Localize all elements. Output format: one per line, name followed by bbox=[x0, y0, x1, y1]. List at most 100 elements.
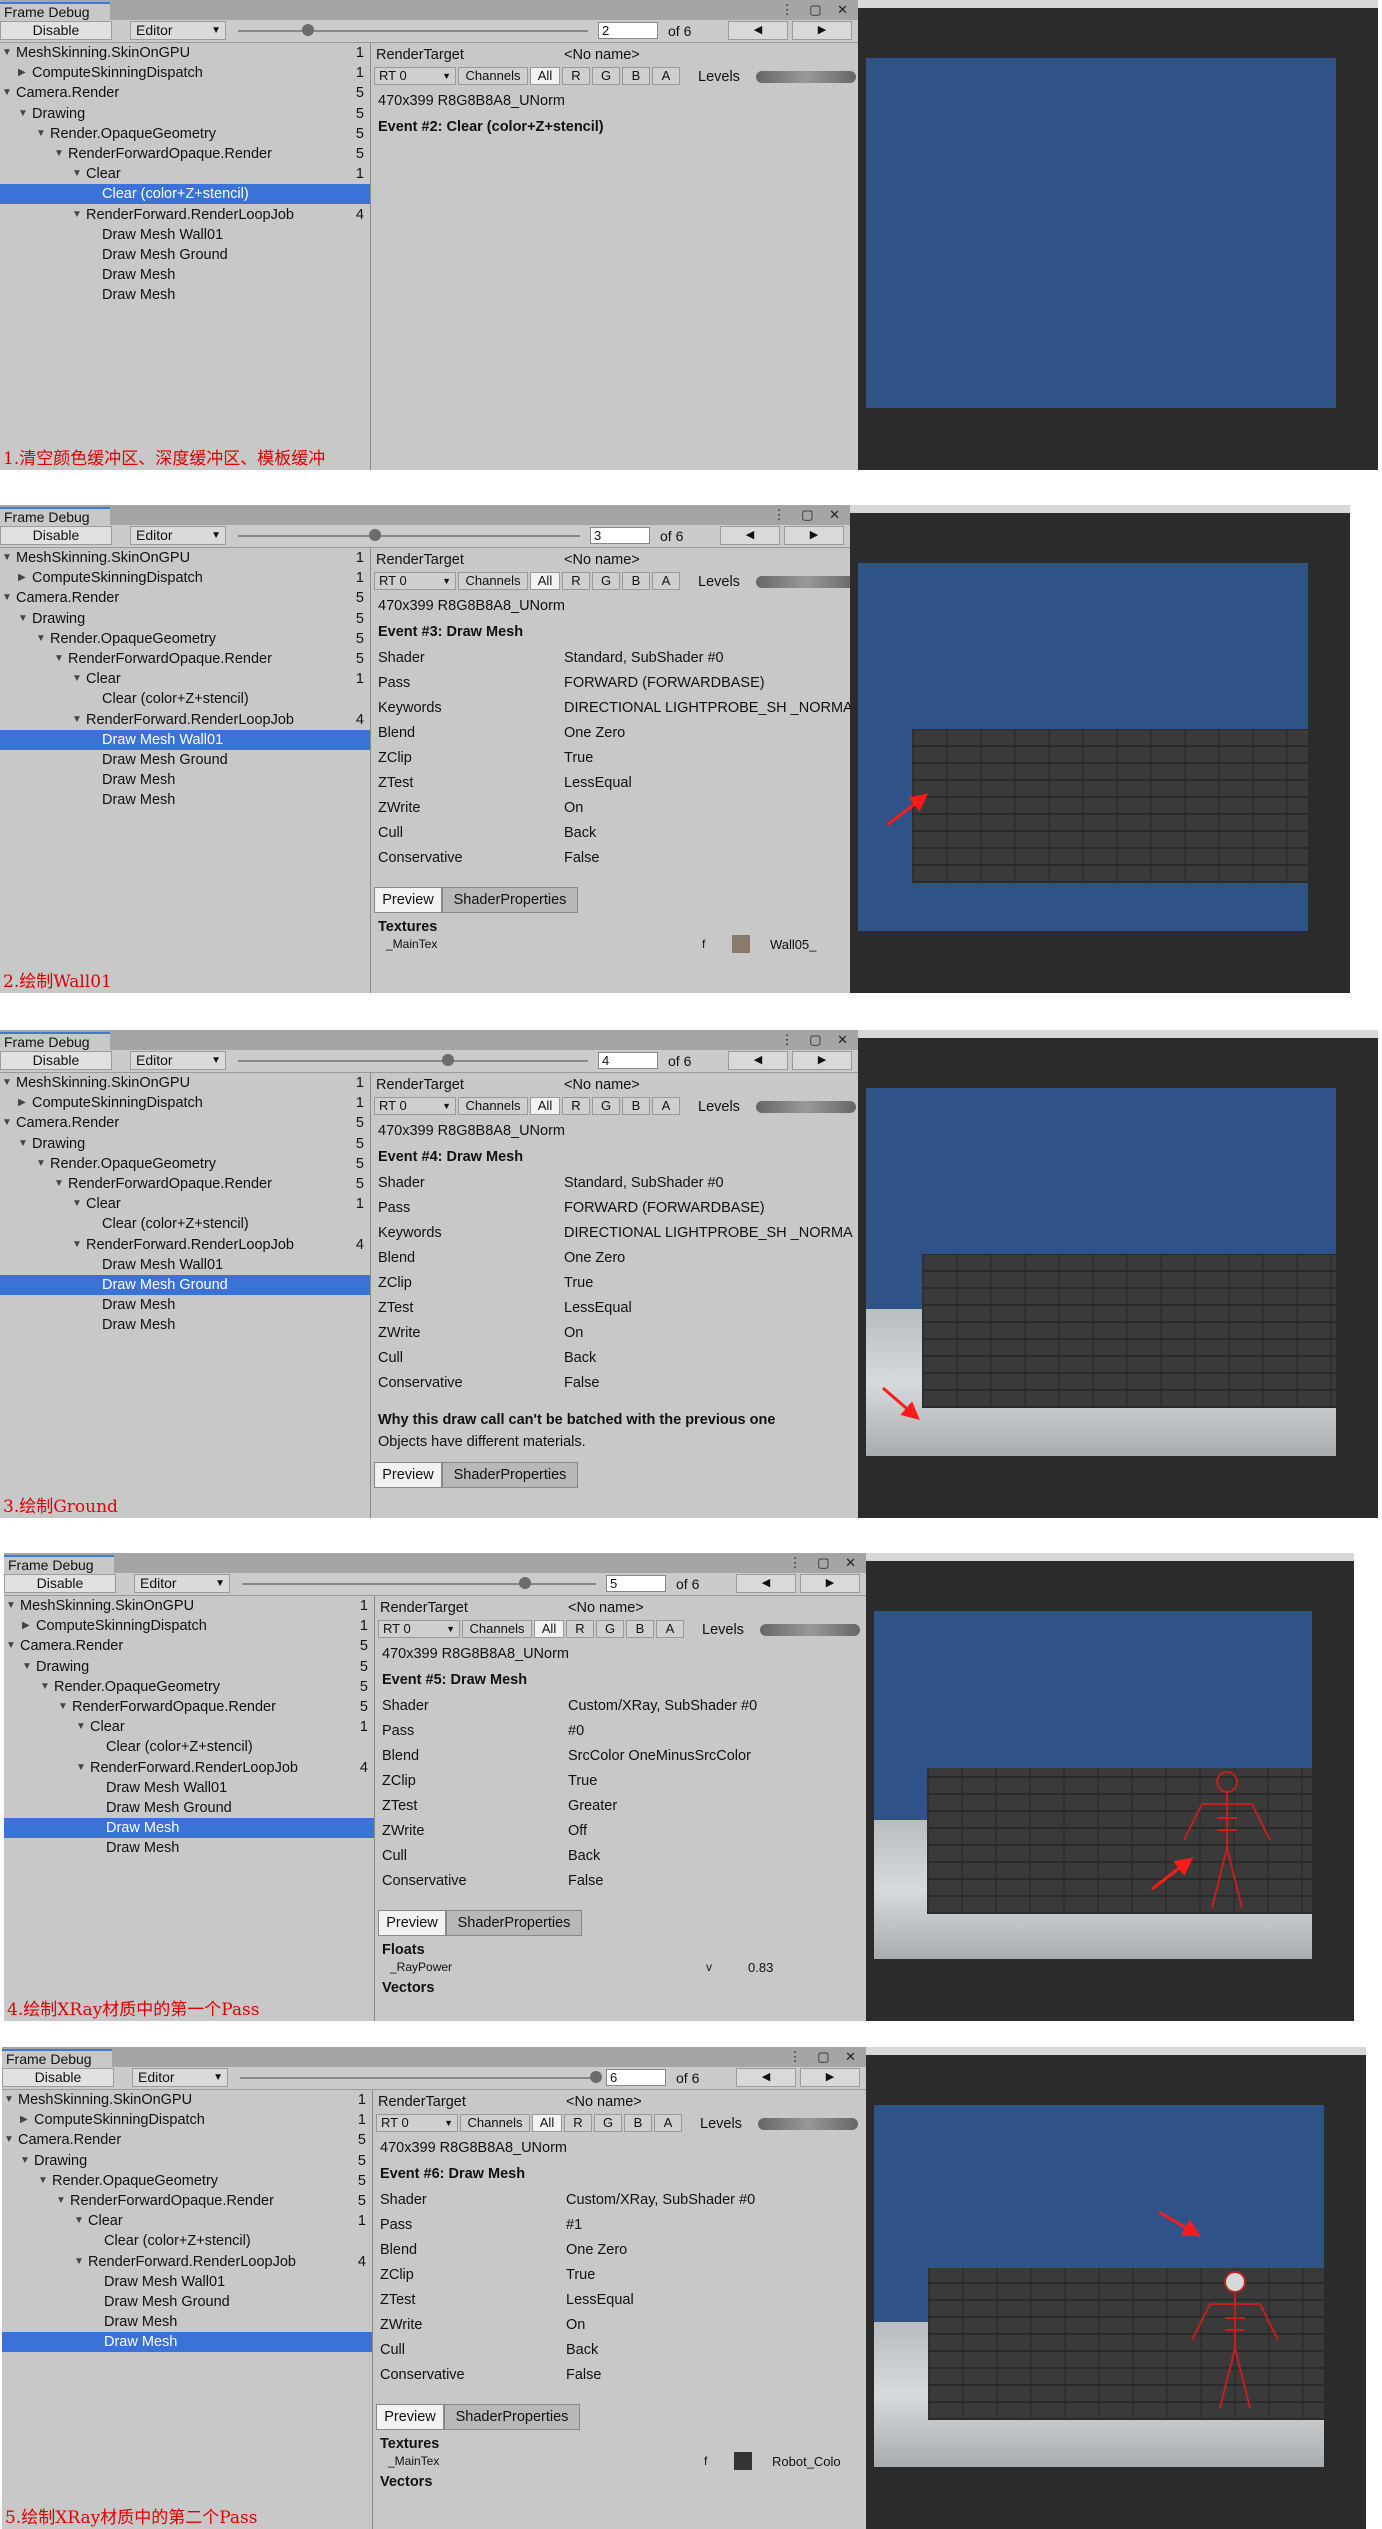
channel-r-toggle[interactable]: R bbox=[562, 1097, 590, 1115]
tree-item[interactable]: ▼ Camera.Render 5 bbox=[0, 1113, 370, 1133]
tree-item[interactable]: ▶ ComputeSkinningDispatch 1 bbox=[0, 1093, 370, 1113]
tab-preview[interactable]: Preview bbox=[378, 1910, 446, 1936]
rt-dropdown[interactable]: RT 0 ▼ bbox=[376, 2114, 458, 2132]
channel-b-toggle[interactable]: B bbox=[626, 1620, 654, 1638]
next-event-button[interactable]: ▶ bbox=[800, 1574, 860, 1593]
channel-g-toggle[interactable]: G bbox=[592, 67, 620, 85]
tree-item[interactable]: Draw Mesh Ground bbox=[0, 1275, 370, 1295]
tree-item[interactable]: ▼ Render.OpaqueGeometry 5 bbox=[2, 2171, 372, 2191]
tree-item[interactable]: Draw Mesh Ground bbox=[2, 2292, 372, 2312]
tab-preview[interactable]: Preview bbox=[374, 1462, 442, 1488]
tree-item[interactable]: ▼ RenderForwardOpaque.Render 5 bbox=[0, 649, 370, 669]
next-event-button[interactable]: ▶ bbox=[800, 2068, 860, 2087]
tree-item[interactable]: ▼ RenderForward.RenderLoopJob 4 bbox=[0, 1235, 370, 1255]
tree-item[interactable]: Draw Mesh Wall01 bbox=[0, 225, 370, 245]
rt-dropdown[interactable]: RT 0 ▼ bbox=[374, 572, 456, 590]
tree-item[interactable]: Draw Mesh bbox=[0, 1295, 370, 1315]
tree-item[interactable]: ▼ Drawing 5 bbox=[0, 104, 370, 124]
tree-item[interactable]: Draw Mesh bbox=[4, 1818, 374, 1839]
window-controls[interactable]: ⋮ ▢ ✕ bbox=[789, 1555, 862, 1571]
tree-item[interactable]: ▶ ComputeSkinningDispatch 1 bbox=[0, 568, 370, 588]
tree-item[interactable]: ▶ ComputeSkinningDispatch 1 bbox=[0, 63, 370, 83]
tree-item[interactable]: ▼ Drawing 5 bbox=[2, 2151, 372, 2171]
channel-b-toggle[interactable]: B bbox=[622, 1097, 650, 1115]
editor-dropdown[interactable]: Editor ▼ bbox=[130, 526, 226, 545]
channel-r-toggle[interactable]: R bbox=[562, 572, 590, 590]
tree-item[interactable]: Draw Mesh Ground bbox=[4, 1798, 374, 1818]
tab-frame-debug[interactable]: Frame Debug bbox=[0, 2, 110, 20]
tree-item[interactable]: Draw Mesh bbox=[4, 1838, 374, 1858]
previous-event-button[interactable]: ◀ bbox=[728, 1051, 788, 1070]
levels-slider[interactable] bbox=[756, 1101, 856, 1113]
tree-item[interactable]: ▼ RenderForward.RenderLoopJob 4 bbox=[2, 2252, 372, 2272]
channel-g-toggle[interactable]: G bbox=[594, 2114, 622, 2132]
frame-number-input[interactable]: 6 bbox=[606, 2069, 666, 2086]
channel-all-toggle[interactable]: All bbox=[534, 1620, 564, 1638]
tab-shader-properties[interactable]: ShaderProperties bbox=[442, 887, 578, 913]
tree-item[interactable]: Draw Mesh Wall01 bbox=[0, 729, 370, 750]
tree-item[interactable]: ▼ RenderForward.RenderLoopJob 4 bbox=[0, 205, 370, 225]
tab-preview[interactable]: Preview bbox=[376, 2404, 444, 2430]
tree-item[interactable]: ▶ ComputeSkinningDispatch 1 bbox=[4, 1616, 374, 1636]
collapsed-arrow-icon[interactable]: ▶ bbox=[18, 1093, 26, 1113]
tree-item[interactable]: ▼ MeshSkinning.SkinOnGPU 1 bbox=[4, 1596, 374, 1616]
next-event-button[interactable]: ▶ bbox=[784, 526, 844, 545]
frame-slider-track[interactable] bbox=[240, 2077, 596, 2079]
expand-arrow-icon[interactable]: ▼ bbox=[2, 548, 12, 568]
channel-b-toggle[interactable]: B bbox=[622, 572, 650, 590]
tab-shader-properties[interactable]: ShaderProperties bbox=[444, 2404, 580, 2430]
levels-slider[interactable] bbox=[758, 2118, 858, 2130]
channel-all-toggle[interactable]: All bbox=[530, 1097, 560, 1115]
frame-number-input[interactable]: 4 bbox=[598, 1052, 658, 1069]
frame-slider-handle[interactable] bbox=[368, 529, 381, 541]
tree-item[interactable]: Draw Mesh bbox=[2, 2312, 372, 2332]
expand-arrow-icon[interactable]: ▼ bbox=[36, 124, 46, 144]
tree-item[interactable]: ▼ Render.OpaqueGeometry 5 bbox=[4, 1677, 374, 1697]
tree-item[interactable]: Clear (color+Z+stencil) bbox=[0, 689, 370, 709]
channel-b-toggle[interactable]: B bbox=[622, 67, 650, 85]
tree-item[interactable]: ▶ ComputeSkinningDispatch 1 bbox=[2, 2110, 372, 2130]
tree-item[interactable]: Draw Mesh bbox=[0, 285, 370, 305]
next-event-button[interactable]: ▶ bbox=[792, 1051, 852, 1070]
expand-arrow-icon[interactable]: ▼ bbox=[4, 2090, 14, 2110]
expand-arrow-icon[interactable]: ▼ bbox=[72, 669, 82, 689]
expand-arrow-icon[interactable]: ▼ bbox=[20, 2151, 30, 2171]
tree-item[interactable]: ▼ Clear 1 bbox=[0, 669, 370, 689]
tree-item[interactable]: ▼ RenderForward.RenderLoopJob 4 bbox=[0, 710, 370, 730]
tree-item[interactable]: ▼ MeshSkinning.SkinOnGPU 1 bbox=[0, 548, 370, 568]
expand-arrow-icon[interactable]: ▼ bbox=[76, 1758, 86, 1778]
levels-slider[interactable] bbox=[756, 71, 856, 83]
disable-button[interactable]: Disable bbox=[0, 526, 112, 545]
expand-arrow-icon[interactable]: ▼ bbox=[2, 83, 12, 103]
tree-item[interactable]: Draw Mesh Ground bbox=[0, 750, 370, 770]
next-event-button[interactable]: ▶ bbox=[792, 21, 852, 40]
levels-slider[interactable] bbox=[760, 1624, 860, 1636]
channel-r-toggle[interactable]: R bbox=[566, 1620, 594, 1638]
collapsed-arrow-icon[interactable]: ▶ bbox=[22, 1616, 30, 1636]
expand-arrow-icon[interactable]: ▼ bbox=[18, 1134, 28, 1154]
frame-slider-handle[interactable] bbox=[519, 1577, 532, 1589]
previous-event-button[interactable]: ◀ bbox=[736, 1574, 796, 1593]
tree-item[interactable]: Clear (color+Z+stencil) bbox=[0, 184, 370, 205]
channel-g-toggle[interactable]: G bbox=[596, 1620, 624, 1638]
tree-item[interactable]: Draw Mesh Wall01 bbox=[0, 1255, 370, 1275]
tab-frame-debug[interactable]: Frame Debug bbox=[4, 1555, 114, 1573]
tab-shader-properties[interactable]: ShaderProperties bbox=[446, 1910, 582, 1936]
expand-arrow-icon[interactable]: ▼ bbox=[4, 2130, 14, 2150]
channel-a-toggle[interactable]: A bbox=[652, 1097, 680, 1115]
expand-arrow-icon[interactable]: ▼ bbox=[2, 588, 12, 608]
expand-arrow-icon[interactable]: ▼ bbox=[36, 629, 46, 649]
expand-arrow-icon[interactable]: ▼ bbox=[6, 1596, 16, 1616]
tab-frame-debug[interactable]: Frame Debug bbox=[2, 2049, 112, 2067]
tree-item[interactable]: Draw Mesh Ground bbox=[0, 245, 370, 265]
expand-arrow-icon[interactable]: ▼ bbox=[72, 205, 82, 225]
tree-item[interactable]: ▼ Render.OpaqueGeometry 5 bbox=[0, 629, 370, 649]
tree-item[interactable]: ▼ Camera.Render 5 bbox=[0, 83, 370, 103]
previous-event-button[interactable]: ◀ bbox=[736, 2068, 796, 2087]
window-controls[interactable]: ⋮ ▢ ✕ bbox=[789, 2049, 862, 2065]
frame-slider-track[interactable] bbox=[242, 1583, 596, 1585]
tree-item[interactable]: ▼ MeshSkinning.SkinOnGPU 1 bbox=[2, 2090, 372, 2110]
tab-shader-properties[interactable]: ShaderProperties bbox=[442, 1462, 578, 1488]
editor-dropdown[interactable]: Editor ▼ bbox=[130, 1051, 226, 1070]
rt-dropdown[interactable]: RT 0 ▼ bbox=[378, 1620, 460, 1638]
